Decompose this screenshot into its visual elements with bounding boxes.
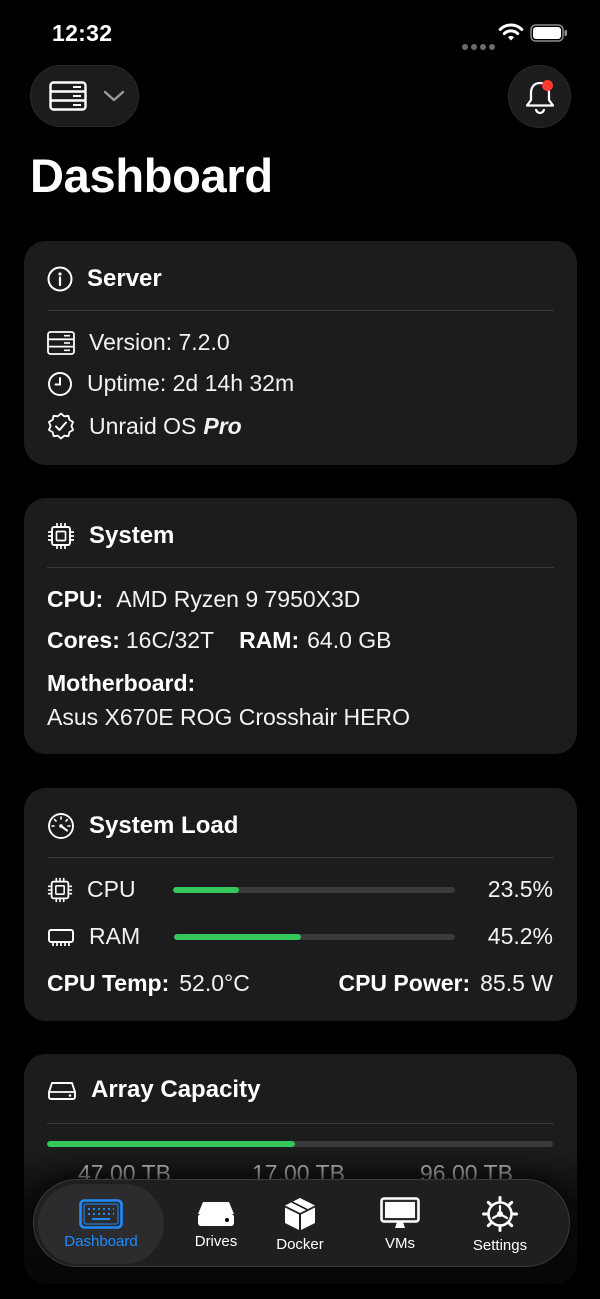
server-card-header: Server [47,261,162,297]
server-switch-button[interactable] [30,65,139,127]
tab-docker[interactable]: Docker [250,1184,350,1264]
motherboard-value-row: Asus X670E ROG Crosshair HERO [47,704,410,731]
uptime-text: Uptime: 2d 14h 32m [87,370,295,396]
system-load-card-title: System Load [89,812,239,839]
os-text: Unraid OS [89,412,197,439]
motherboard-label: Motherboard: [47,670,196,696]
tab-settings-label: Settings [472,1236,528,1254]
cores-label: Cores: [47,627,120,653]
tab-vms[interactable]: VMs [350,1184,450,1264]
verified-badge-icon [48,412,74,440]
system-load-card: System Load CPU 23.5% RAM 45.2% CPU Temp… [24,788,577,1021]
motherboard-value: Asus X670E ROG Crosshair HERO [47,704,411,730]
cpu-chip-icon [47,877,73,902]
array-capacity-card-header: Array Capacity [47,1072,260,1108]
tab-drives-label: Drives [194,1232,238,1250]
cpu-label: CPU: [47,586,104,612]
ram-load-percent: 45.2% [487,923,553,949]
divider [47,310,554,311]
cores-value: 16C/32T [125,627,215,653]
status-bar: 12:32 [0,0,600,64]
ram-load-bar [174,934,455,940]
cpu-load-bar [173,887,455,893]
server-card-title: Server [87,265,162,292]
ram-value: 64.0 GB [307,627,392,653]
notification-badge [542,80,553,91]
os-edition: Pro [203,412,242,439]
version-text: Version: 7.2.0 [89,329,230,355]
notifications-button[interactable] [508,65,571,128]
version-row: Version: 7.2.0 [47,329,230,356]
tab-settings[interactable]: Settings [450,1184,550,1264]
cpu-power-row: CPU Power: 85.5 W [338,970,553,997]
keyboard-icon [79,1198,123,1229]
gear-icon [482,1195,518,1232]
ram-load-bar-fill [174,934,301,940]
system-card-header: System [47,518,174,554]
tab-docker-label: Docker [276,1235,324,1253]
cpu-chip-icon [48,523,74,549]
cellular-signal-icon [462,37,498,55]
tab-dashboard[interactable]: Dashboard [38,1184,164,1264]
ram-label: RAM: [239,627,300,653]
cube-icon [285,1197,315,1230]
system-card: System CPU: AMD Ryzen 9 7950X3D Cores: 1… [24,498,577,754]
system-load-card-header: System Load [47,808,238,844]
clock-icon [48,371,72,396]
array-capacity-card-title: Array Capacity [91,1076,261,1103]
cpu-row: CPU: AMD Ryzen 9 7950X3D [47,586,360,613]
uptime-row: Uptime: 2d 14h 32m [47,370,294,397]
ram-load-row: RAM [47,923,140,950]
cpu-value: AMD Ryzen 9 7950X3D [116,586,361,612]
cpu-temp-row: CPU Temp: 52.0°C [47,970,250,997]
system-card-title: System [89,522,175,549]
info-icon [47,266,73,292]
page-title: Dashboard [30,149,273,202]
cpu-temp-value: 52.0°C [179,970,250,996]
cpu-load-bar-fill [173,887,240,893]
cpu-load-label: CPU [87,876,136,902]
memory-icon [48,928,74,946]
drive-icon [48,1082,76,1100]
gauge-icon [48,813,74,839]
cores-ram-row: Cores: 16C/32T RAM: 64.0 GB [47,627,392,654]
tab-dashboard-label: Dashboard [64,1232,138,1250]
cpu-power-label: CPU Power: [338,970,471,996]
array-capacity-bar-fill [47,1141,295,1147]
battery-icon [530,24,567,42]
array-capacity-bar [47,1141,553,1147]
server-icon [47,330,75,355]
ram-load-label: RAM [89,923,141,949]
tab-vms-label: VMs [385,1234,415,1252]
divider [47,567,554,568]
cpu-power-value: 85.5 W [480,970,553,996]
cpu-load-percent: 23.5% [487,876,553,902]
divider [47,1123,554,1124]
wifi-icon [498,23,524,41]
motherboard-label-row: Motherboard: [47,670,195,697]
monitor-icon [380,1196,420,1228]
cpu-load-row: CPU [47,876,136,903]
tab-bar: Dashboard Drives Docker VMs Settings [33,1179,570,1267]
cpu-temp-label: CPU Temp: [47,970,170,996]
status-time: 12:32 [52,20,113,46]
server-icon [49,81,87,111]
chevron-down-icon [103,90,125,102]
server-card: Server Version: 7.2.0 Uptime: 2d 14h 32m… [24,241,577,465]
drive-icon [198,1201,234,1226]
os-row: Unraid OS Pro [47,412,242,440]
divider [47,857,554,858]
